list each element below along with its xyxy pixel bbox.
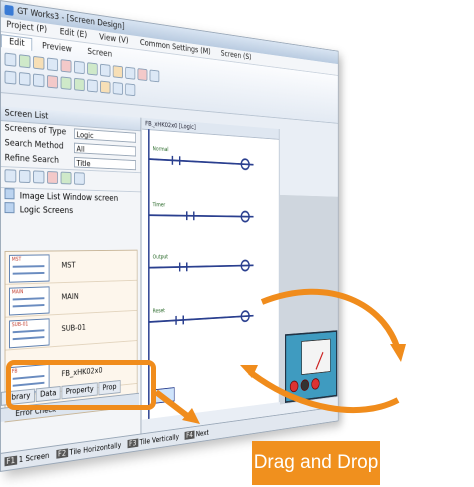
screenshot-stage: GT Works3 - [Screen Design] Project (P) … xyxy=(0,0,474,487)
drag-arrow-bottom xyxy=(250,372,398,410)
drag-arrow-top xyxy=(262,292,398,350)
drag-arrows xyxy=(0,0,474,487)
drag-and-drop-callout: Drag and Drop xyxy=(252,441,380,485)
arrowhead-icon xyxy=(390,344,406,362)
drag-arrow-left xyxy=(156,392,190,418)
